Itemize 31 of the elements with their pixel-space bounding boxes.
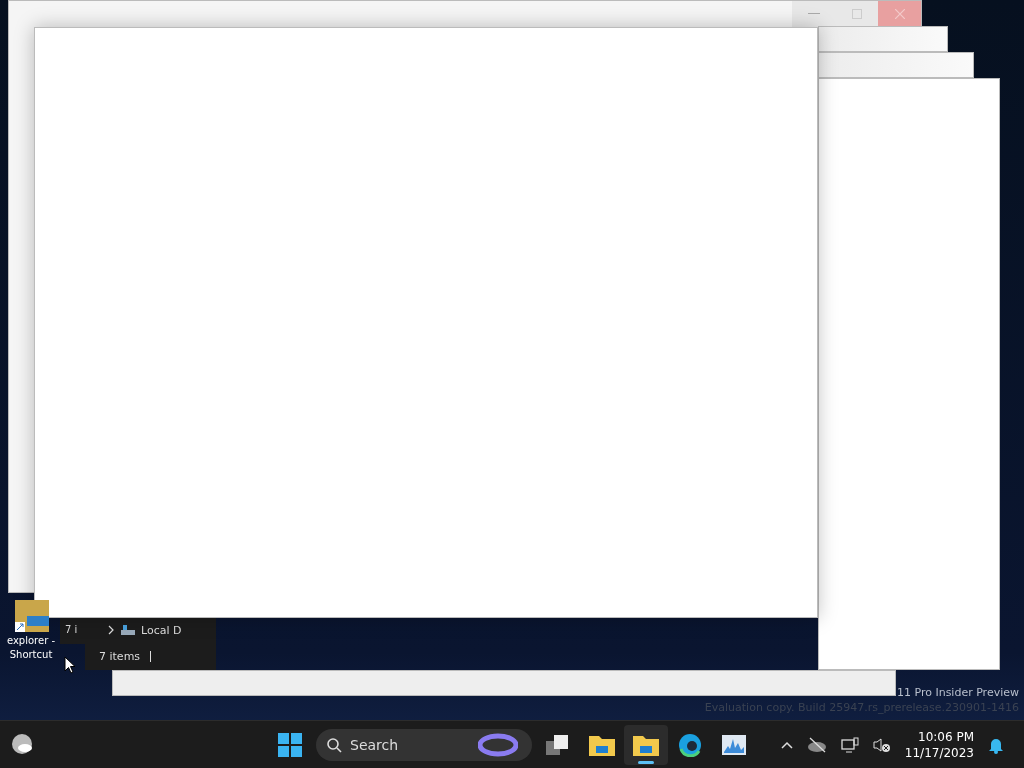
search-icon [326, 737, 342, 753]
chevron-up-icon[interactable] [780, 741, 793, 749]
chevron-icon [107, 625, 115, 635]
taskbar-app-button[interactable] [624, 725, 668, 765]
bell-icon[interactable] [988, 736, 1004, 754]
search-field[interactable]: Search [316, 729, 532, 761]
nav-item[interactable]: Local D [141, 623, 182, 637]
date-text: 11/17/2023 [904, 745, 974, 761]
close-icon [894, 9, 905, 19]
mouse-pointer-icon [64, 656, 76, 674]
text-cursor-icon [150, 650, 152, 662]
task-view-icon [546, 734, 570, 756]
speaker-muted-icon[interactable] [872, 737, 891, 753]
browser-icon [678, 733, 702, 757]
search-input[interactable]: Search [350, 737, 470, 753]
minimize-icon [807, 13, 820, 15]
network-icon[interactable] [840, 737, 859, 753]
folder-icon [633, 734, 659, 756]
time-text: 10:06 PM [918, 729, 974, 745]
maximize-icon [851, 9, 862, 19]
start-icon[interactable] [278, 733, 302, 757]
status-text: 7 items [99, 649, 141, 663]
weather-icon[interactable] [11, 733, 35, 757]
cloud-off-icon[interactable] [806, 737, 827, 753]
status-text: 7 i [65, 624, 78, 635]
watermark-text: 11 Pro Insider Preview [896, 685, 1019, 700]
desktop-shortcut[interactable]: explorer - Shortcut [3, 598, 59, 662]
performance-chart-icon [722, 734, 746, 756]
folder-icon [589, 734, 615, 756]
clock[interactable]: 10:06 PM 11/17/2023 [904, 729, 974, 761]
drive-icon [121, 624, 135, 636]
